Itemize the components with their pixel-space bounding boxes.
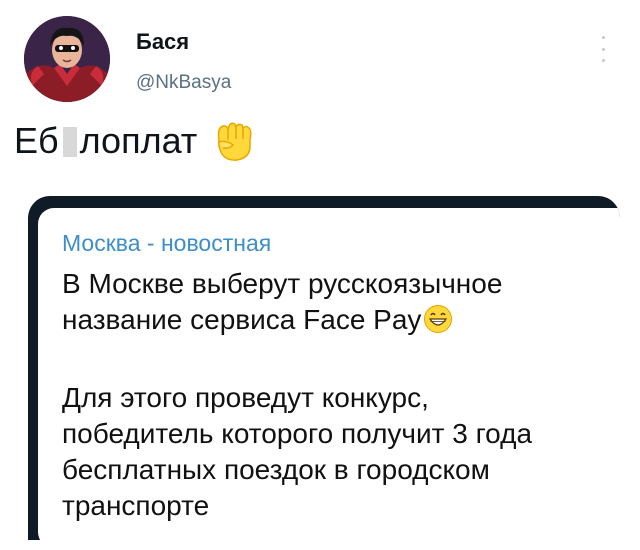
censored-block [62,127,77,157]
author-name[interactable]: Бася [136,30,231,54]
tweet-author: Бася @NkBasya [136,30,231,94]
tweet-screenshot: Бася @NkBasya Еб лоплат Москва - новостна… [0,0,640,550]
post-line: название сервиса Face Pay [62,304,422,335]
post-line: В Москве выберут русскоязычное [62,268,503,299]
grinning-face-icon [424,305,453,333]
tweet-text: Еб лоплат [14,118,257,164]
post-line: бесплатных поездок в городском [62,454,490,485]
avatar[interactable] [24,16,110,102]
telegram-post: Москва - новостная В Москве выберут русс… [38,208,620,540]
post-paragraph-2: Для этого проведут конкурс, победитель к… [62,380,620,524]
tweet-text-start: Еб [14,120,59,161]
tweet-text-end: лоплат [79,120,198,161]
raised-fist-icon [218,122,252,161]
author-handle[interactable]: @NkBasya [136,72,231,94]
post-paragraph-1: В Москве выберут русскоязычное название … [62,266,620,338]
post-line: Для этого проведут конкурс, [62,382,429,413]
post-line: победитель которого получит 3 года [62,418,533,449]
embedded-image[interactable]: Москва - новостная В Москве выберут русс… [28,196,620,540]
post-line-with-emoji: название сервиса Face Pay [62,302,620,338]
avatar-image [24,16,110,102]
channel-name: Москва - новостная [62,230,272,256]
post-line: транспорте [62,490,210,521]
more-options-icon[interactable] [596,36,610,62]
